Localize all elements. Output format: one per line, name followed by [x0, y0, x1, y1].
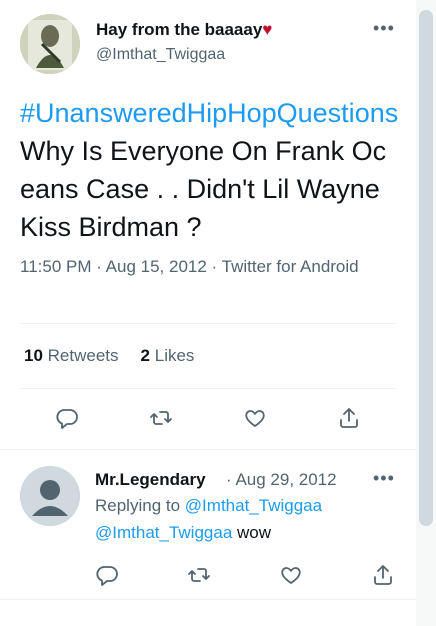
- author-name-text: Hay from the baaaay: [96, 20, 263, 39]
- share-button[interactable]: [335, 404, 363, 432]
- reply-date[interactable]: · Aug 29, 2012: [226, 470, 337, 490]
- share-icon: [340, 408, 358, 428]
- reply-icon: [96, 566, 118, 586]
- heart-emoji: ♥: [262, 20, 273, 39]
- retweet-button[interactable]: [147, 404, 175, 432]
- reply-button[interactable]: [53, 404, 81, 432]
- share-button[interactable]: [369, 561, 397, 589]
- retweet-icon: [188, 568, 210, 582]
- reply-author-avatar[interactable]: [20, 466, 80, 526]
- retweet-button[interactable]: [185, 561, 213, 589]
- scrollbar-thumb[interactable]: [419, 10, 433, 526]
- divider: [20, 323, 396, 324]
- like-button[interactable]: [241, 404, 269, 432]
- tweet-timestamp[interactable]: 11:50 PM · Aug 15, 2012 · Twitter for An…: [20, 254, 360, 280]
- like-button[interactable]: [277, 561, 305, 589]
- tweet-stats: 10 Retweets 2 Likes: [24, 346, 194, 366]
- author-name[interactable]: Hay from the baaaay♥: [96, 20, 272, 40]
- reply-button[interactable]: [93, 561, 121, 589]
- tweet-text: #UnansweredHipHopQuestions Why Is Everyo…: [20, 98, 399, 242]
- like-icon: [245, 410, 265, 427]
- likes-stat[interactable]: 2 Likes: [141, 346, 195, 365]
- retweet-icon: [150, 411, 172, 425]
- avatar-photo: [20, 14, 80, 74]
- divider: [0, 599, 416, 600]
- author-avatar[interactable]: [20, 14, 80, 74]
- retweets-stat[interactable]: 10 Retweets: [24, 346, 119, 365]
- share-icon: [374, 565, 392, 585]
- reply-body-mention[interactable]: @Imthat_Twiggaa: [95, 523, 232, 542]
- divider: [0, 449, 416, 450]
- author-handle[interactable]: @Imthat_Twiggaa: [96, 46, 225, 64]
- tweet-column: Hay from the baaaay♥ @Imthat_Twiggaa •••…: [0, 0, 416, 626]
- reply-text: @Imthat_Twiggaa wow: [95, 523, 272, 542]
- default-avatar-icon: [20, 466, 80, 526]
- replying-to-mention[interactable]: @Imthat_Twiggaa: [185, 496, 322, 515]
- hashtag-link[interactable]: #UnansweredHipHopQuestions: [20, 98, 398, 128]
- reply-icon: [56, 409, 78, 429]
- divider: [20, 388, 396, 389]
- more-horizontal-icon[interactable]: •••: [373, 18, 395, 39]
- reply-author-name[interactable]: Mr.Legendary: [95, 470, 206, 490]
- more-horizontal-icon[interactable]: •••: [373, 468, 395, 489]
- replying-to-line: Replying to @Imthat_Twiggaa: [95, 496, 323, 515]
- like-icon: [281, 567, 301, 584]
